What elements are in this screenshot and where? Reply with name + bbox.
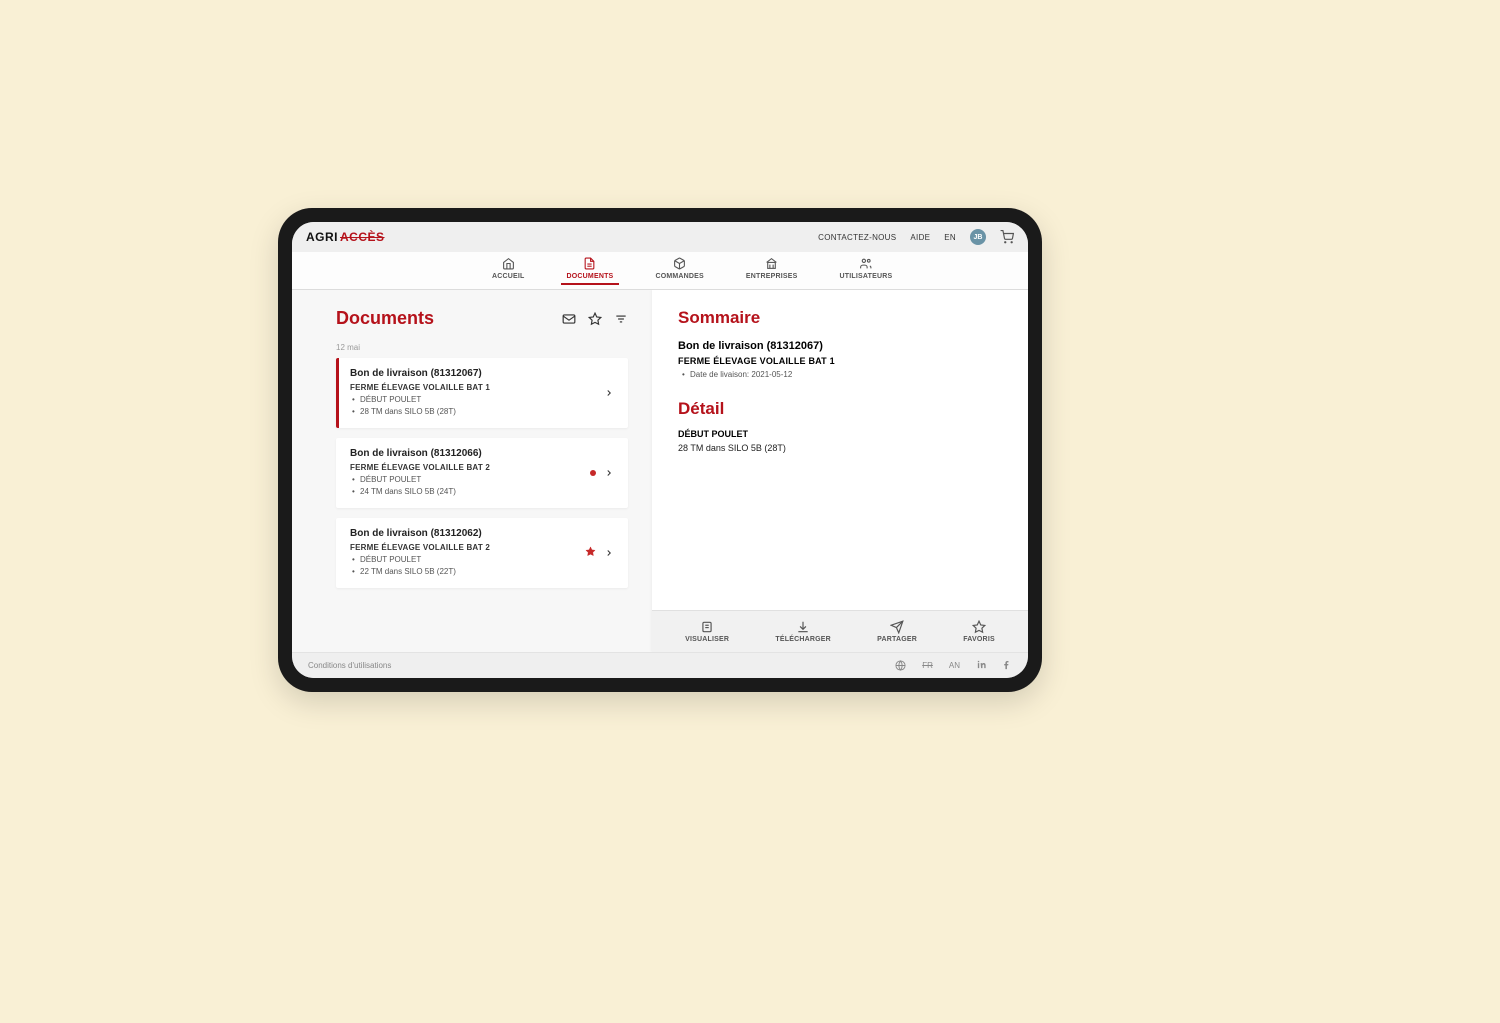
document-card[interactable]: Bon de livraison (81312066) FERME ÉLEVAG…	[336, 438, 628, 508]
star-icon	[972, 620, 986, 634]
help-link[interactable]: AIDE	[910, 233, 930, 242]
document-line: DÉBUT POULET	[360, 474, 490, 486]
detail-action-bar: VISUALISER TÉLÉCHARGER PARTAGER	[652, 610, 1028, 652]
footer-bar: Conditions d'utilisations FR AN	[292, 652, 1028, 678]
cart-icon[interactable]	[1000, 230, 1014, 244]
detail-heading: Détail	[678, 399, 1002, 419]
detail-product: DÉBUT POULET	[678, 429, 1002, 439]
chevron-right-icon	[604, 468, 614, 478]
document-card[interactable]: Bon de livraison (81312062) FERME ÉLEVAG…	[336, 518, 628, 588]
brand-second: ACCÈS	[340, 230, 385, 244]
brand-logo[interactable]: AGRI ACCÈS	[306, 230, 385, 244]
users-icon	[859, 257, 872, 270]
building-icon	[765, 257, 778, 270]
tab-documents[interactable]: DOCUMENTS	[567, 257, 614, 284]
document-subtitle: FERME ÉLEVAGE VOLAILLE BAT 2	[350, 463, 490, 472]
summary-heading: Sommaire	[678, 308, 1002, 328]
linkedin-icon[interactable]	[976, 659, 987, 672]
facebook-icon[interactable]	[1001, 659, 1012, 672]
documents-title: Documents	[336, 308, 434, 329]
topbar-right: CONTACTEZ-NOUS AIDE EN JB	[818, 229, 1014, 245]
eye-icon	[700, 620, 714, 634]
document-line: 24 TM dans SILO 5B (24T)	[360, 486, 490, 498]
mail-icon[interactable]	[562, 312, 576, 326]
tab-orders[interactable]: COMMANDES	[655, 257, 703, 284]
summary-doc-title: Bon de livraison (81312067)	[678, 340, 1002, 352]
document-subtitle: FERME ÉLEVAGE VOLAILLE BAT 1	[350, 383, 490, 392]
tablet-frame: AGRI ACCÈS CONTACTEZ-NOUS AIDE EN JB ACC…	[278, 208, 1042, 692]
unread-dot-icon	[590, 470, 596, 476]
tab-documents-label: DOCUMENTS	[567, 273, 614, 280]
chevron-right-icon	[604, 388, 614, 398]
terms-link[interactable]: Conditions d'utilisations	[308, 661, 391, 670]
date-group-label: 12 mai	[336, 343, 628, 352]
footer-lang-fr[interactable]: FR	[922, 661, 933, 670]
tab-orders-label: COMMANDES	[655, 273, 703, 280]
document-title: Bon de livraison (81312062)	[350, 528, 490, 539]
send-icon	[890, 620, 904, 634]
tab-home-label: ACCUEIL	[492, 273, 525, 280]
view-button[interactable]: VISUALISER	[685, 620, 729, 643]
download-icon	[796, 620, 810, 634]
brand-first: AGRI	[306, 230, 338, 244]
document-line: DÉBUT POULET	[360, 554, 490, 566]
document-line: 28 TM dans SILO 5B (28T)	[360, 406, 490, 418]
document-detail-panel: Sommaire Bon de livraison (81312067) FER…	[652, 290, 1028, 652]
home-icon	[502, 257, 515, 270]
documents-list-panel: Documents 12 mai Bon de livrai	[292, 290, 652, 652]
main-nav: ACCUEIL DOCUMENTS COMMANDES ENTREPRISES …	[292, 252, 1028, 290]
tab-users[interactable]: UTILISATEURS	[840, 257, 893, 284]
main-content: Documents 12 mai Bon de livrai	[292, 290, 1028, 652]
document-title: Bon de livraison (81312067)	[350, 368, 490, 379]
favorite-button[interactable]: FAVORIS	[963, 620, 995, 643]
filter-icon[interactable]	[614, 312, 628, 326]
document-icon	[583, 257, 596, 270]
documents-header: Documents	[336, 308, 628, 329]
document-line: 22 TM dans SILO 5B (22T)	[360, 566, 490, 578]
summary-company: FERME ÉLEVAGE VOLAILLE BAT 1	[678, 356, 1002, 366]
footer-lang-en[interactable]: AN	[949, 661, 960, 670]
document-subtitle: FERME ÉLEVAGE VOLAILLE BAT 2	[350, 543, 490, 552]
share-button[interactable]: PARTAGER	[877, 620, 917, 643]
box-icon	[673, 257, 686, 270]
download-button[interactable]: TÉLÉCHARGER	[775, 620, 830, 643]
share-label: PARTAGER	[877, 636, 917, 643]
document-line: DÉBUT POULET	[360, 394, 490, 406]
favorite-label: FAVORIS	[963, 636, 995, 643]
documents-actions	[562, 312, 628, 326]
top-bar: AGRI ACCÈS CONTACTEZ-NOUS AIDE EN JB	[292, 222, 1028, 252]
detail-qty: 28 TM dans SILO 5B (28T)	[678, 443, 1002, 453]
app-screen: AGRI ACCÈS CONTACTEZ-NOUS AIDE EN JB ACC…	[292, 222, 1028, 678]
summary-date: Date de livaison: 2021-05-12	[678, 370, 1002, 379]
lang-toggle[interactable]: EN	[944, 233, 956, 242]
view-label: VISUALISER	[685, 636, 729, 643]
document-card[interactable]: Bon de livraison (81312067) FERME ÉLEVAG…	[336, 358, 628, 428]
download-label: TÉLÉCHARGER	[775, 636, 830, 643]
tab-users-label: UTILISATEURS	[840, 273, 893, 280]
user-avatar[interactable]: JB	[970, 229, 986, 245]
tab-companies-label: ENTREPRISES	[746, 273, 798, 280]
globe-icon[interactable]	[895, 660, 906, 671]
document-title: Bon de livraison (81312066)	[350, 448, 490, 459]
star-filled-icon	[585, 544, 596, 562]
star-outline-icon[interactable]	[588, 312, 602, 326]
chevron-right-icon	[604, 548, 614, 558]
tab-companies[interactable]: ENTREPRISES	[746, 257, 798, 284]
tab-home[interactable]: ACCUEIL	[492, 257, 525, 284]
contact-link[interactable]: CONTACTEZ-NOUS	[818, 233, 896, 242]
